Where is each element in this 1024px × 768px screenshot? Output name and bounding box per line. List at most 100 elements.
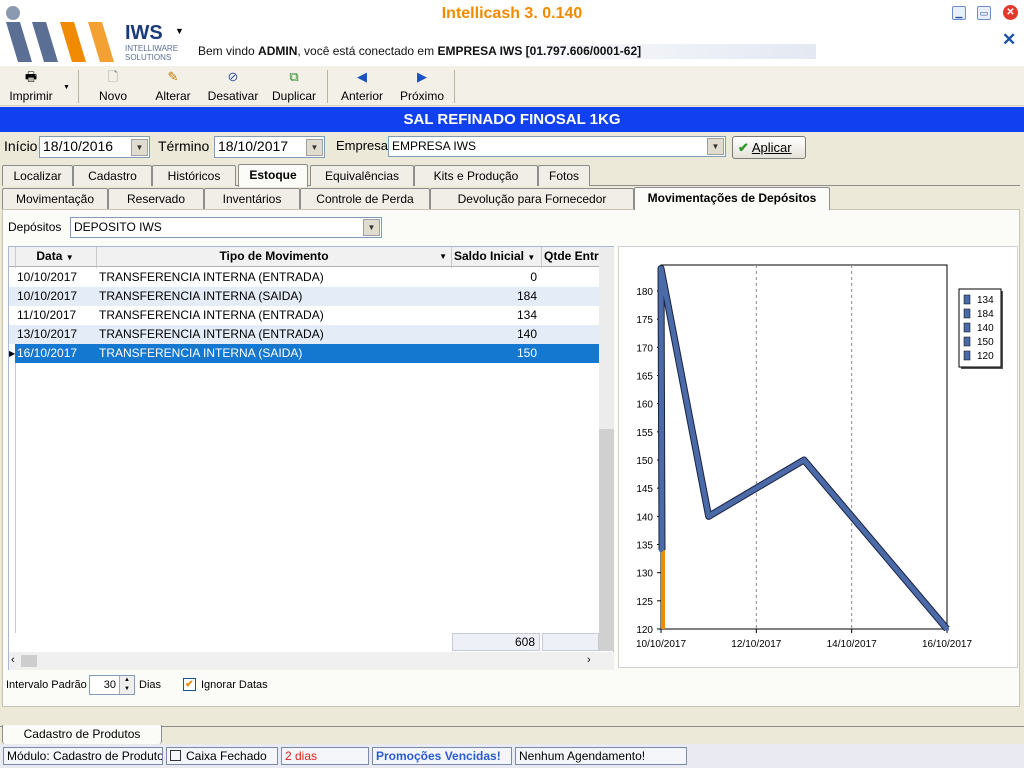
chevron-down-icon[interactable]: ▼	[131, 139, 148, 156]
apply-button[interactable]: ✔ Aplicar	[732, 136, 806, 159]
next-button[interactable]: ▶ Próximo	[394, 66, 450, 106]
cell-data: 11/10/2017	[17, 308, 77, 322]
check-icon: ✔	[738, 140, 749, 155]
status-schedule: Nenhum Agendamento!	[515, 747, 687, 765]
chevron-down-icon[interactable]: ▼	[707, 138, 724, 155]
y-tick-label: 140	[636, 512, 653, 523]
tab-reservado[interactable]: Reservado	[108, 188, 204, 209]
tab-equivalencias[interactable]: Equivalências	[310, 165, 414, 186]
end-date-field[interactable]: 18/10/2017 ▼	[214, 136, 325, 158]
new-button[interactable]: 🗋 Novo	[88, 66, 138, 106]
minimize-button[interactable]: ▁	[952, 6, 966, 20]
tab-cadastro[interactable]: Cadastro	[73, 165, 152, 186]
chart-svg: 120 125 130 135 140 145 150 155 160 165 170 175 180 1…	[636, 264, 1003, 650]
y-tick-label: 155	[636, 428, 653, 439]
chevron-down-icon[interactable]: ▼	[306, 139, 323, 156]
chevron-down-icon[interactable]: ▼	[363, 219, 380, 236]
tab-cadastro-produtos[interactable]: Cadastro de Produtos	[2, 725, 162, 744]
status-module: Módulo: Cadastro de Produtos	[3, 747, 163, 765]
table-row[interactable]: 10/10/2017 TRANSFERENCIA INTERNA (ENTRADA…	[9, 268, 599, 287]
tab-controle-perda[interactable]: Controle de Perda	[300, 188, 430, 209]
scrollbar-thumb[interactable]	[21, 655, 37, 667]
product-title: SAL REFINADO FINOSAL 1KG	[0, 107, 1024, 132]
disable-button[interactable]: ⊘ Desativar	[204, 66, 262, 106]
ignore-dates-checkbox[interactable]: ✔	[183, 678, 196, 691]
logo-sub-2: SOLUTIONS	[125, 53, 172, 62]
logo-menu-arrow[interactable]: ▼	[175, 26, 184, 36]
scroll-right-icon[interactable]: ›	[587, 654, 591, 666]
y-tick-label: 130	[636, 569, 653, 580]
cell-data: 13/10/2017	[17, 327, 78, 341]
table-row[interactable]: ▶ 16/10/2017 TRANSFERENCIA INTERNA (SAIDA)…	[9, 344, 599, 363]
stock-chart: 120 125 130 135 140 145 150 155 160 165 170 175 180 1…	[618, 246, 1018, 668]
table-row[interactable]: 11/10/2017 TRANSFERENCIA INTERNA (ENTRADA…	[9, 306, 599, 325]
interval-stepper[interactable]: 30 ▲ ▼	[89, 675, 135, 695]
table-row[interactable]: 10/10/2017 TRANSFERENCIA INTERNA (SAIDA) 1…	[9, 287, 599, 306]
x-tick-label: 16/10/2017	[922, 639, 972, 650]
sort-down-icon: ▼	[65, 253, 74, 262]
printer-icon: 🖶	[24, 69, 38, 84]
scrollbar-thumb[interactable]	[599, 429, 614, 651]
column-header-data[interactable]: Data ▼	[15, 247, 95, 266]
close-form-icon[interactable]: ✕	[1002, 30, 1016, 50]
restore-button[interactable]: ▭	[977, 6, 991, 20]
column-header-saldo[interactable]: Saldo Inicial ▼	[452, 247, 540, 266]
tab-movimentacoes-depositos[interactable]: Movimentações de Depósitos	[634, 187, 830, 210]
column-header-qtde[interactable]: Qtde Entra	[542, 247, 599, 266]
arrow-left-icon: ◀	[357, 69, 367, 84]
print-dropdown-icon[interactable]: ▼	[63, 84, 70, 91]
legend-label: 120	[977, 351, 994, 362]
toolbar-separator	[454, 70, 455, 103]
footer-total: 608	[452, 633, 540, 651]
tab-historicos[interactable]: Históricos	[152, 165, 236, 186]
y-tick-label: 165	[636, 372, 653, 383]
deposit-select[interactable]: DEPOSITO IWS ▼	[70, 217, 382, 238]
status-days: 2 dias	[281, 747, 369, 765]
interval-unit: Dias	[139, 679, 162, 691]
tab-kits-producao[interactable]: Kits e Produção	[414, 165, 538, 186]
legend-swatch	[963, 336, 971, 347]
print-button[interactable]: 🖶 Imprimir	[2, 66, 60, 106]
disable-icon: ⊘	[227, 69, 239, 84]
y-tick-label: 175	[636, 315, 653, 326]
start-date-field[interactable]: 18/10/2016 ▼	[39, 136, 150, 158]
movements-grid[interactable]: Data ▼ Tipo de Movimento ▼ Saldo Inicial …	[8, 246, 614, 670]
tab-devolucao-fornecedor[interactable]: Devolução para Fornecedor	[430, 188, 634, 209]
footer-empty	[542, 633, 599, 651]
status-cash: Caixa Fechado	[166, 747, 278, 765]
tab-inventarios[interactable]: Inventários	[204, 188, 300, 209]
duplicate-button[interactable]: ⧉ Duplicar	[266, 66, 322, 106]
close-button[interactable]: ✕	[1003, 5, 1018, 20]
horizontal-scrollbar[interactable]: ‹ ›	[9, 652, 614, 670]
edit-button[interactable]: ✎ Alterar	[148, 66, 198, 106]
vertical-scrollbar[interactable]	[599, 247, 614, 651]
y-tick-label: 150	[636, 456, 653, 467]
legend-label: 134	[977, 295, 994, 306]
table-row[interactable]: 13/10/2017 TRANSFERENCIA INTERNA (ENTRADA…	[9, 325, 599, 344]
scroll-left-icon[interactable]: ‹	[11, 654, 15, 666]
cell-saldo: 134	[516, 308, 537, 322]
status-promotions: Promoções Vencidas!	[372, 747, 512, 765]
cell-qtde	[542, 287, 599, 306]
company-select[interactable]: EMPRESA IWS ▼	[388, 136, 726, 157]
legend-label: 184	[977, 309, 994, 320]
previous-button[interactable]: ◀ Anterior	[334, 66, 390, 106]
end-date-label: Término	[158, 138, 210, 154]
duplicate-icon: ⧉	[289, 69, 299, 84]
tab-estoque[interactable]: Estoque	[238, 164, 308, 187]
welcome-message: Bem vindo ADMIN, você está conectado em …	[198, 44, 816, 59]
stepper-up-icon[interactable]: ▲	[119, 676, 134, 685]
new-document-icon: 🗋	[107, 69, 119, 84]
data-point	[802, 458, 806, 462]
tab-localizar[interactable]: Localizar	[2, 165, 73, 186]
tab-movimentacao[interactable]: Movimentação	[2, 188, 108, 209]
legend-swatch	[963, 322, 971, 333]
app-title: Intellicash 3. 0.140	[441, 5, 583, 22]
legend-swatch	[963, 294, 971, 305]
x-tick-label: 12/10/2017	[731, 639, 781, 650]
tab-fotos[interactable]: Fotos	[538, 165, 590, 186]
y-tick-label: 180	[636, 287, 653, 298]
ignore-dates-label: Ignorar Datas	[201, 679, 268, 691]
column-header-tipo[interactable]: Tipo de Movimento ▼	[97, 247, 451, 266]
stepper-down-icon[interactable]: ▼	[119, 685, 134, 694]
